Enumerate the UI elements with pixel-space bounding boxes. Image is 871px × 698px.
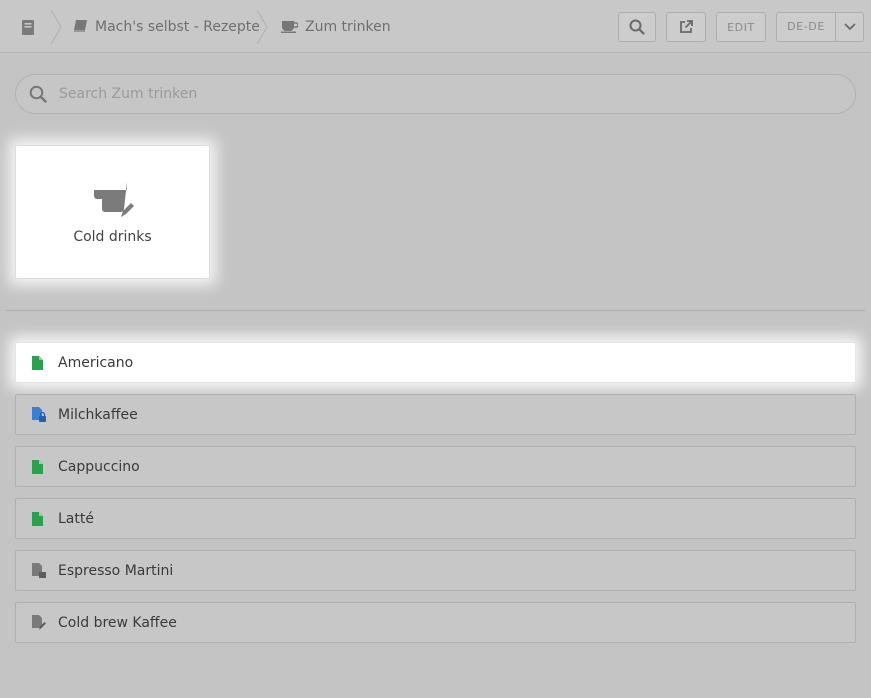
document-icon: [32, 355, 50, 370]
breadcrumb-home[interactable]: [16, 12, 40, 42]
breadcrumb-item-zum-trinken[interactable]: Zum trinken: [281, 0, 391, 53]
document-icon: [32, 459, 50, 474]
coffee-cup-icon: [281, 20, 298, 33]
search-icon: [29, 85, 47, 103]
document-draft-icon: [32, 563, 50, 578]
search-button[interactable]: [618, 12, 656, 42]
cup-edit-icon: [93, 182, 134, 217]
search-input[interactable]: [57, 78, 821, 110]
document-lock-icon: [32, 407, 50, 422]
section-divider: [6, 310, 865, 311]
document-edit-icon: [32, 615, 50, 630]
breadcrumb-separator-icon: [256, 10, 268, 44]
list-item-label: Latté: [58, 510, 94, 527]
search-icon: [629, 19, 645, 35]
list-item-label: Cappuccino: [58, 458, 140, 475]
external-link-icon: [680, 20, 693, 33]
chevron-down-icon: [836, 23, 863, 31]
breadcrumb-separator-icon: [50, 10, 62, 44]
list-item-cappuccino[interactable]: Cappuccino: [15, 446, 856, 487]
open-external-button[interactable]: [666, 12, 706, 42]
list-item-label: Espresso Martini: [58, 562, 174, 579]
list-item-latte[interactable]: Latté: [15, 498, 856, 539]
document-icon: [32, 511, 50, 526]
category-card-cold-drinks[interactable]: Cold drinks: [15, 145, 210, 279]
category-label: Cold drinks: [73, 229, 152, 245]
list-item-cold-brew-kaffee[interactable]: Cold brew Kaffee: [15, 602, 856, 643]
search-bar: [15, 74, 856, 114]
breadcrumb-label: Zum trinken: [305, 18, 391, 35]
breadcrumb-label: Mach's selbst - Rezepte: [95, 18, 260, 35]
book-icon: [73, 20, 88, 33]
breadcrumb-item-recipes[interactable]: Mach's selbst - Rezepte: [73, 0, 260, 53]
list-item-milchkaffee[interactable]: Milchkaffee: [15, 394, 856, 435]
list-item-espresso-martini[interactable]: Espresso Martini: [15, 550, 856, 591]
site-icon: [22, 19, 34, 35]
list-item-americano[interactable]: Americano: [15, 342, 856, 383]
list-item-label: Americano: [58, 354, 134, 371]
top-bar: Mach's selbst - Rezepte Zum trinken EDIT…: [0, 0, 871, 53]
language-label: DE-DE: [777, 13, 836, 41]
edit-button[interactable]: EDIT: [716, 12, 766, 42]
list-item-label: Milchkaffee: [58, 406, 138, 423]
list-item-label: Cold brew Kaffee: [58, 614, 177, 631]
language-select[interactable]: DE-DE: [776, 12, 864, 42]
